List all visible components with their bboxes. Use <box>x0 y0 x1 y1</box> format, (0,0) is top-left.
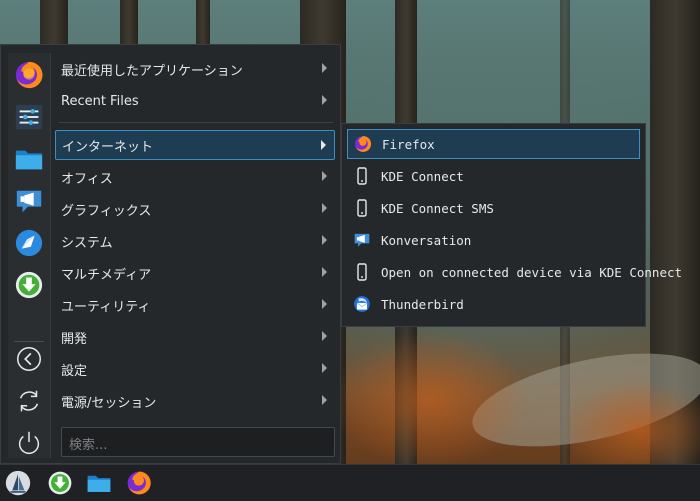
menu-item-development[interactable]: 開発 <box>55 322 335 352</box>
phone-icon <box>353 199 371 217</box>
system-settings-icon <box>15 104 43 130</box>
menu-item-label: Recent Files <box>61 93 139 109</box>
menu-item-label: 電源/セッション <box>61 395 157 411</box>
favorite-downloads[interactable] <box>13 269 45 301</box>
application-launcher-menu: 最近使用したアプリケーション Recent Files インターネット オフィス… <box>0 44 341 464</box>
favorite-firefox[interactable] <box>13 59 45 91</box>
restart-button[interactable] <box>13 385 45 417</box>
menu-item-label: ユーティリティ <box>61 299 151 315</box>
refresh-icon <box>19 390 39 412</box>
konversation-icon <box>353 231 371 249</box>
phone-icon <box>353 263 371 281</box>
power-icon <box>18 431 40 454</box>
menu-item-label: 開発 <box>61 331 88 347</box>
chevron-right-icon <box>322 235 327 245</box>
back-button[interactable] <box>13 343 45 375</box>
menu-item-label: グラフィックス <box>61 203 152 219</box>
submenu-item-label: KDE Connect <box>381 168 464 184</box>
konversation-icon <box>16 190 42 213</box>
submenu-item-label: KDE Connect SMS <box>381 200 494 216</box>
menu-item-graphics[interactable]: グラフィックス <box>55 194 335 224</box>
submenu-item-kde-connect-sms[interactable]: KDE Connect SMS <box>347 193 640 223</box>
menu-item-system[interactable]: システム <box>55 226 335 256</box>
menu-item-label: マルチメディア <box>61 267 152 283</box>
submenu-item-konversation[interactable]: Konversation <box>347 225 640 255</box>
favorites-separator <box>14 341 44 342</box>
menu-item-label: オフィス <box>61 171 113 187</box>
submenu-item-firefox[interactable]: Firefox <box>347 129 640 159</box>
download-icon <box>48 471 72 495</box>
menu-separator <box>59 122 333 123</box>
submenu-item-open-on-device[interactable]: Open on connected device via KDE Connect <box>347 257 682 287</box>
favorite-discover[interactable] <box>13 227 45 259</box>
chevron-right-icon <box>322 95 327 105</box>
folder-icon <box>87 475 111 492</box>
download-icon <box>15 271 43 299</box>
back-icon <box>17 347 41 371</box>
chevron-right-icon <box>322 395 327 405</box>
menu-item-label: 設定 <box>61 363 88 379</box>
menu-item-label: インターネット <box>62 139 154 155</box>
menu-item-power-session[interactable]: 電源/セッション <box>55 386 335 416</box>
menu-item-label: システム <box>61 235 113 251</box>
submenu-item-thunderbird[interactable]: Thunderbird <box>347 289 640 319</box>
chevron-right-icon <box>321 140 326 150</box>
application-launcher-button[interactable] <box>3 468 33 498</box>
firefox-icon <box>354 135 372 153</box>
favorite-file-manager[interactable] <box>13 143 45 175</box>
menu-item-recent-applications[interactable]: 最近使用したアプリケーション <box>55 54 335 84</box>
taskbar <box>0 464 700 501</box>
chevron-right-icon <box>322 171 327 181</box>
submenu-item-kde-connect[interactable]: KDE Connect <box>347 161 640 191</box>
kde-discover-icon <box>15 229 43 257</box>
taskbar-file-manager[interactable] <box>84 468 114 498</box>
chevron-right-icon <box>322 203 327 213</box>
menu-item-multimedia[interactable]: マルチメディア <box>55 258 335 288</box>
thunderbird-icon <box>353 295 371 313</box>
taskbar-downloads[interactable] <box>45 468 75 498</box>
phone-icon <box>353 167 371 185</box>
taskbar-firefox[interactable] <box>124 468 154 498</box>
menu-item-recent-files[interactable]: Recent Files <box>55 86 335 116</box>
shutdown-button[interactable] <box>13 427 45 459</box>
chevron-right-icon <box>322 331 327 341</box>
favorites-column <box>8 53 51 458</box>
application-launcher-icon <box>5 470 31 496</box>
firefox-icon <box>127 471 151 495</box>
menu-item-utilities[interactable]: ユーティリティ <box>55 290 335 320</box>
favorite-konversation[interactable] <box>13 185 45 217</box>
chevron-right-icon <box>322 63 327 73</box>
submenu-item-label: Firefox <box>382 136 435 152</box>
menu-item-internet[interactable]: インターネット <box>55 130 335 160</box>
favorite-system-settings[interactable] <box>13 101 45 133</box>
search-input[interactable]: 検索... <box>61 427 335 457</box>
submenu-item-label: Konversation <box>381 232 472 248</box>
chevron-right-icon <box>322 299 327 309</box>
chevron-right-icon <box>322 363 327 373</box>
chevron-right-icon <box>322 267 327 277</box>
firefox-icon <box>15 61 43 89</box>
submenu-item-label: Open on connected device via KDE Connect <box>381 264 683 280</box>
internet-submenu: Firefox KDE Connect KDE Connect SMS Konv… <box>341 123 682 327</box>
menu-item-settings[interactable]: 設定 <box>55 354 335 384</box>
menu-item-office[interactable]: オフィス <box>55 162 335 192</box>
menu-item-label: 最近使用したアプリケーション <box>61 63 243 79</box>
folder-icon <box>15 150 43 170</box>
submenu-item-label: Thunderbird <box>381 296 464 312</box>
